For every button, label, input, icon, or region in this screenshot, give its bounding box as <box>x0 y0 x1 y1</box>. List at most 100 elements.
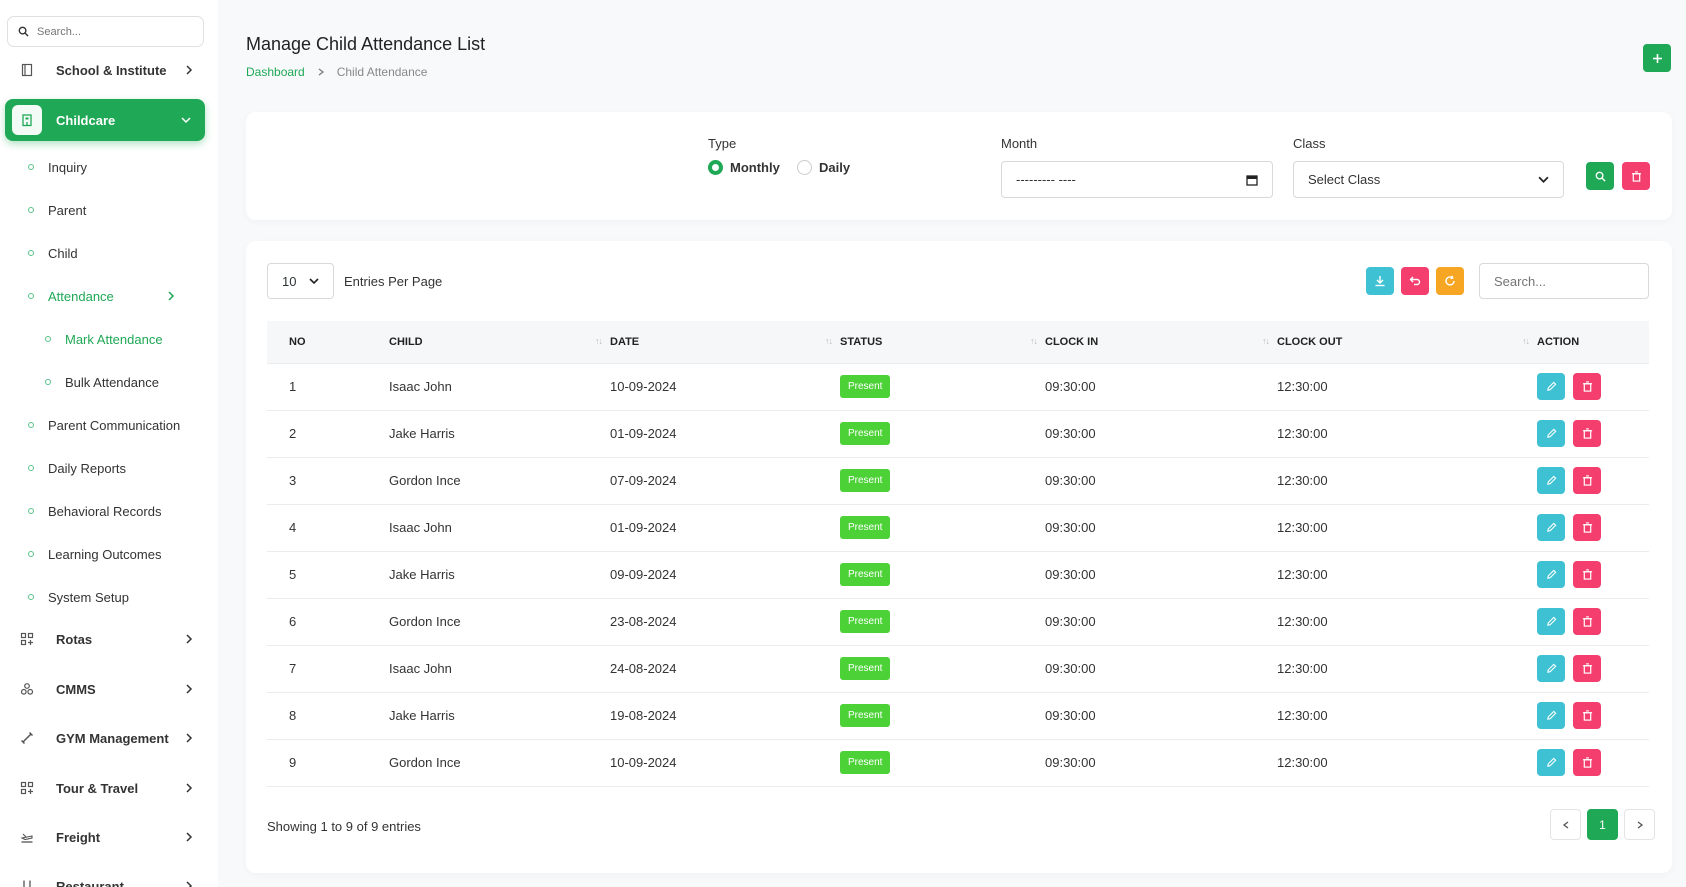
bullet-icon <box>28 164 34 170</box>
clear-filter-button[interactable] <box>1622 162 1650 190</box>
sidebar-item-parent[interactable]: Parent <box>0 201 218 219</box>
entries-per-page-select[interactable]: 10 <box>267 263 334 299</box>
sidebar-item-label: System Setup <box>48 589 129 605</box>
cell-clock-in: 09:30:00 <box>1045 362 1277 410</box>
sidebar-item-inquiry[interactable]: Inquiry <box>0 158 218 176</box>
col-clock-in[interactable]: CLOCK IN ↑↓ <box>1045 321 1277 363</box>
cell-action <box>1537 691 1649 739</box>
edit-button[interactable] <box>1537 373 1565 400</box>
sidebar-item-label: Freight <box>56 829 101 845</box>
trash-icon <box>1631 170 1641 182</box>
class-select[interactable]: Select Class <box>1293 161 1564 198</box>
refresh-button[interactable] <box>1436 267 1464 295</box>
cell-date: 01-09-2024 <box>610 503 840 551</box>
breadcrumb-current: Child Attendance <box>336 65 428 79</box>
type-daily-radio[interactable]: Daily <box>797 160 850 175</box>
col-no[interactable]: NO <box>267 321 389 363</box>
cell-clock-out: 12:30:00 <box>1277 597 1537 645</box>
sidebar-item-cmms[interactable]: CMMS <box>0 674 218 704</box>
cell-date: 10-09-2024 <box>610 362 840 410</box>
delete-button[interactable] <box>1573 561 1601 588</box>
cell-action <box>1537 644 1649 692</box>
sidebar-item-bulk-attendance[interactable]: Bulk Attendance <box>0 373 218 391</box>
cell-status: Present <box>840 597 1045 645</box>
edit-button[interactable] <box>1537 420 1565 447</box>
search-button[interactable] <box>1586 162 1614 190</box>
page-title: Manage Child Attendance List <box>246 34 486 54</box>
sidebar-item-attendance[interactable]: Attendance <box>0 287 218 305</box>
prev-page-button[interactable] <box>1550 809 1581 840</box>
sidebar-item-system-setup[interactable]: System Setup <box>0 588 218 606</box>
sidebar-item-label: Child <box>48 245 78 261</box>
delete-button[interactable] <box>1573 514 1601 541</box>
delete-button[interactable] <box>1573 749 1601 776</box>
cell-child: Jake Harris <box>389 691 610 739</box>
cell-no: 8 <box>267 691 389 739</box>
col-clock-out[interactable]: CLOCK OUT ↑↓ <box>1277 321 1537 363</box>
col-child[interactable]: CHILD ↑↓ <box>389 321 610 363</box>
delete-button[interactable] <box>1573 467 1601 494</box>
delete-button[interactable] <box>1573 655 1601 682</box>
pencil-icon <box>1546 616 1556 626</box>
edit-button[interactable] <box>1537 702 1565 729</box>
chevron-down-icon <box>1538 176 1549 183</box>
edit-button[interactable] <box>1537 655 1565 682</box>
delete-button[interactable] <box>1573 608 1601 635</box>
sidebar-item-school-institute[interactable]: School & Institute <box>0 55 218 85</box>
edit-button[interactable] <box>1537 514 1565 541</box>
next-page-button[interactable] <box>1624 809 1655 840</box>
sidebar-item-label: Attendance <box>48 288 114 304</box>
edit-button[interactable] <box>1537 561 1565 588</box>
add-attendance-button[interactable] <box>1643 44 1671 72</box>
bullet-icon <box>28 207 34 213</box>
cell-status: Present <box>840 644 1045 692</box>
pencil-icon <box>1546 569 1556 579</box>
sidebar-item-behavioral-records[interactable]: Behavioral Records <box>0 502 218 520</box>
undo-button[interactable] <box>1401 267 1429 295</box>
sidebar-item-daily-reports[interactable]: Daily Reports <box>0 459 218 477</box>
month-label: Month <box>1001 136 1038 151</box>
sidebar-item-learning-outcomes[interactable]: Learning Outcomes <box>0 545 218 563</box>
breadcrumb-dashboard-link[interactable]: Dashboard <box>246 65 305 79</box>
sidebar-search[interactable] <box>7 16 204 47</box>
book-icon <box>12 55 42 85</box>
col-date[interactable]: DATE ↑↓ <box>610 321 840 363</box>
edit-button[interactable] <box>1537 467 1565 494</box>
sidebar-item-gym-management[interactable]: GYM Management <box>0 723 218 753</box>
cell-date: 09-09-2024 <box>610 550 840 598</box>
delete-button[interactable] <box>1573 373 1601 400</box>
bullet-icon <box>45 379 51 385</box>
sidebar-item-restaurant[interactable]: Restaurant <box>0 871 218 887</box>
sidebar-item-label: Bulk Attendance <box>65 374 159 390</box>
sidebar-search-input[interactable] <box>37 25 187 38</box>
chevron-right-icon <box>186 783 193 793</box>
col-status[interactable]: STATUS ↑↓ <box>840 321 1045 363</box>
bullet-icon <box>28 551 34 557</box>
export-button[interactable] <box>1366 267 1394 295</box>
sidebar-item-rotas[interactable]: Rotas <box>0 624 218 654</box>
month-input[interactable]: --------- ---- <box>1001 161 1273 198</box>
page-1-button[interactable]: 1 <box>1587 809 1618 840</box>
sidebar-item-label: Tour & Travel <box>56 780 139 796</box>
sidebar-item-freight[interactable]: Freight <box>0 822 218 852</box>
building-icon <box>12 105 42 135</box>
chevron-right-icon <box>1637 820 1643 829</box>
sidebar-item-childcare[interactable]: Childcare <box>5 99 205 141</box>
sidebar-item-label: Learning Outcomes <box>48 546 162 562</box>
delete-button[interactable] <box>1573 702 1601 729</box>
trash-icon <box>1582 381 1592 392</box>
sidebar-item-parent-communication[interactable]: Parent Communication <box>0 416 218 434</box>
table-search-input[interactable] <box>1479 263 1649 299</box>
type-monthly-radio[interactable]: Monthly <box>708 160 780 175</box>
col-status-label: STATUS <box>840 335 883 348</box>
col-clock-out-label: CLOCK OUT <box>1277 335 1343 348</box>
sidebar-item-label: Restaurant <box>56 878 124 887</box>
chevron-down-icon <box>309 278 319 285</box>
sidebar-item-mark-attendance[interactable]: Mark Attendance <box>0 330 218 348</box>
edit-button[interactable] <box>1537 608 1565 635</box>
search-icon <box>18 26 29 37</box>
delete-button[interactable] <box>1573 420 1601 447</box>
sidebar-item-tour-travel[interactable]: Tour & Travel <box>0 773 218 803</box>
edit-button[interactable] <box>1537 749 1565 776</box>
sidebar-item-child[interactable]: Child <box>0 244 218 262</box>
